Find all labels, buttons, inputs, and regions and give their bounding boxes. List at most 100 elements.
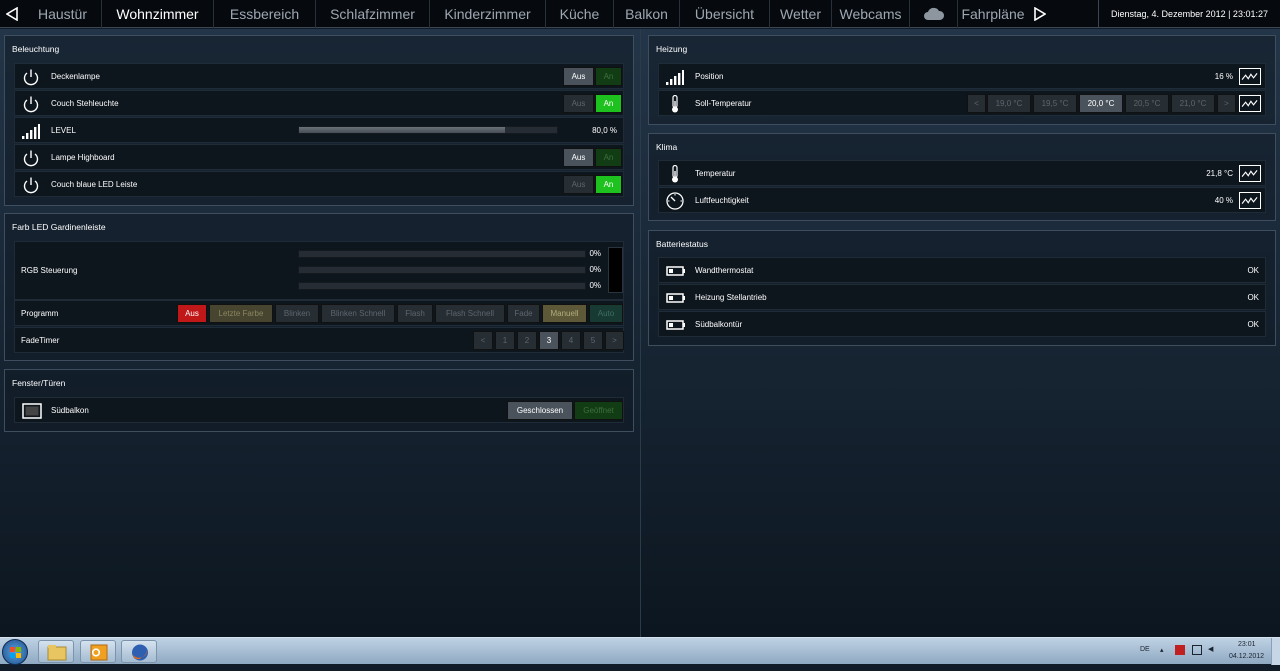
couch-led-off-button[interactable]: Aus bbox=[563, 175, 594, 194]
rgb-row: RGB Steuerung 0% 0% 0% bbox=[14, 241, 624, 300]
fadetimer-1-button[interactable]: 1 bbox=[495, 331, 515, 350]
tab-fahrplaene[interactable]: Fahrpläne bbox=[958, 0, 1028, 28]
heizung-panel: Heizung Position 16 % Soll-Temperatur < … bbox=[648, 35, 1276, 125]
firefox-taskbar-button[interactable] bbox=[121, 640, 157, 663]
start-button[interactable] bbox=[2, 639, 28, 665]
geschlossen-button[interactable]: Geschlossen bbox=[507, 401, 573, 420]
couch-led-on-button[interactable]: An bbox=[595, 175, 622, 194]
explorer-taskbar-button[interactable] bbox=[38, 640, 74, 663]
fadetimer-2-button[interactable]: 2 bbox=[517, 331, 537, 350]
lampe-highboard-on-button[interactable]: An bbox=[595, 148, 622, 167]
red-slider[interactable] bbox=[298, 250, 586, 258]
network-icon[interactable] bbox=[1192, 645, 1202, 655]
nav-prev-button[interactable] bbox=[0, 0, 24, 28]
position-value: 16 % bbox=[1214, 72, 1233, 81]
temp-20-0-button[interactable]: 20,0 °C bbox=[1079, 94, 1123, 113]
taskbar-time[interactable]: 23:01 bbox=[1238, 641, 1256, 648]
deckenlampe-off-button[interactable]: Aus bbox=[563, 67, 594, 86]
couch-led-label: Couch blaue LED Leiste bbox=[51, 180, 138, 189]
geoeffnet-button[interactable]: Geöffnet bbox=[574, 401, 623, 420]
outlook-taskbar-button[interactable] bbox=[80, 640, 116, 663]
tab-essbereich[interactable]: Essbereich bbox=[214, 0, 316, 28]
fadetimer-5-button[interactable]: 5 bbox=[583, 331, 603, 350]
thermometer-icon bbox=[672, 165, 678, 183]
tab-haustuer[interactable]: Haustür bbox=[24, 0, 102, 28]
tab-wohnzimmer[interactable]: Wohnzimmer bbox=[102, 0, 214, 28]
green-slider[interactable] bbox=[298, 266, 586, 274]
column-divider bbox=[640, 29, 641, 637]
temp-21-0-button[interactable]: 21,0 °C bbox=[1171, 94, 1215, 113]
temp-up-button[interactable]: > bbox=[1217, 94, 1236, 113]
taskbar-date[interactable]: 04.12.2012 bbox=[1229, 653, 1264, 660]
tab-uebersicht[interactable]: Übersicht bbox=[680, 0, 770, 28]
volume-icon[interactable]: ◀ bbox=[1208, 645, 1213, 653]
language-indicator[interactable]: DE bbox=[1140, 646, 1150, 653]
battery-icon bbox=[666, 293, 685, 303]
programm-row: Programm Aus Letzte Farbe Blinken Blinke… bbox=[14, 300, 624, 326]
blue-value: 0% bbox=[589, 281, 601, 290]
temp-19-0-button[interactable]: 19,0 °C bbox=[987, 94, 1031, 113]
program-fade-button[interactable]: Fade bbox=[507, 304, 540, 323]
battery-icon bbox=[666, 320, 685, 330]
power-icon bbox=[23, 69, 39, 86]
battery-label: Südbalkontür bbox=[695, 320, 743, 329]
lampe-highboard-off-button[interactable]: Aus bbox=[563, 148, 594, 167]
tab-weather[interactable] bbox=[910, 0, 958, 28]
battery-row: Südbalkontür OK bbox=[658, 311, 1266, 337]
panel-title: Klima bbox=[656, 142, 678, 152]
fadetimer-prev-button[interactable]: < bbox=[473, 331, 493, 350]
position-row: Position 16 % bbox=[658, 63, 1266, 89]
couch-stehleuchte-off-button[interactable]: Aus bbox=[563, 94, 594, 113]
tab-balkon[interactable]: Balkon bbox=[614, 0, 680, 28]
program-blinken-schnell-button[interactable]: Blinken Schnell bbox=[321, 304, 395, 323]
program-auto-button[interactable]: Auto bbox=[589, 304, 623, 323]
chart-icon[interactable] bbox=[1239, 165, 1261, 182]
chart-icon[interactable] bbox=[1239, 192, 1261, 209]
program-aus-button[interactable]: Aus bbox=[177, 304, 207, 323]
fadetimer-next-button[interactable]: > bbox=[605, 331, 624, 350]
fadetimer-3-button[interactable]: 3 bbox=[539, 331, 559, 350]
tab-kueche[interactable]: Küche bbox=[546, 0, 614, 28]
soll-temperatur-row: Soll-Temperatur < 19,0 °C 19,5 °C 20,0 °… bbox=[658, 90, 1266, 116]
beleuchtung-panel: Beleuchtung Deckenlampe Aus An Couch Ste… bbox=[4, 35, 634, 206]
action-center-icon[interactable] bbox=[1175, 645, 1185, 655]
temp-19-5-button[interactable]: 19,5 °C bbox=[1033, 94, 1077, 113]
position-label: Position bbox=[695, 72, 724, 81]
deckenlampe-on-button[interactable]: An bbox=[595, 67, 622, 86]
power-icon bbox=[23, 150, 39, 167]
temp-down-button[interactable]: < bbox=[967, 94, 986, 113]
temperatur-row: Temperatur 21,8 °C bbox=[658, 160, 1266, 186]
level-value: 80,0 % bbox=[592, 126, 617, 135]
chevron-right-icon bbox=[1034, 6, 1046, 21]
tab-webcams[interactable]: Webcams bbox=[832, 0, 910, 28]
tab-kinderzimmer[interactable]: Kinderzimmer bbox=[430, 0, 546, 28]
program-letzte-farbe-button[interactable]: Letzte Farbe bbox=[209, 304, 273, 323]
level-slider[interactable] bbox=[298, 126, 558, 134]
clock: Dienstag, 4. Dezember 2012 | 23:01:27 bbox=[1098, 0, 1280, 28]
windows-logo-icon bbox=[10, 647, 21, 658]
show-desktop-button[interactable] bbox=[1271, 638, 1280, 665]
program-blinken-button[interactable]: Blinken bbox=[275, 304, 319, 323]
tab-wetter[interactable]: Wetter bbox=[770, 0, 832, 28]
battery-row: Heizung Stellantrieb OK bbox=[658, 284, 1266, 310]
chart-icon[interactable] bbox=[1239, 95, 1261, 112]
temperatur-value: 21,8 °C bbox=[1206, 169, 1233, 178]
temp-20-5-button[interactable]: 20,5 °C bbox=[1125, 94, 1169, 113]
couch-stehleuchte-on-button[interactable]: An bbox=[595, 94, 622, 113]
tab-schlafzimmer[interactable]: Schlafzimmer bbox=[316, 0, 430, 28]
program-flash-button[interactable]: Flash bbox=[397, 304, 433, 323]
fadetimer-4-button[interactable]: 4 bbox=[561, 331, 581, 350]
level-fill bbox=[299, 127, 506, 133]
lampe-highboard-label: Lampe Highboard bbox=[51, 153, 115, 162]
nav-next-button[interactable] bbox=[1028, 0, 1052, 28]
program-flash-schnell-button[interactable]: Flash Schnell bbox=[435, 304, 505, 323]
chart-icon[interactable] bbox=[1239, 68, 1261, 85]
battery-status: OK bbox=[1247, 293, 1259, 302]
panel-title: Beleuchtung bbox=[12, 44, 60, 54]
program-manuell-button[interactable]: Manuell bbox=[542, 304, 587, 323]
blue-slider[interactable] bbox=[298, 282, 586, 290]
fadetimer-row: FadeTimer < 1 2 3 4 5 > bbox=[14, 327, 624, 353]
couch-stehleuchte-row: Couch Stehleuchte Aus An bbox=[14, 90, 624, 116]
luftfeuchtigkeit-row: Luftfeuchtigkeit 40 % bbox=[658, 187, 1266, 213]
tray-expand-icon[interactable]: ▴ bbox=[1160, 646, 1164, 654]
